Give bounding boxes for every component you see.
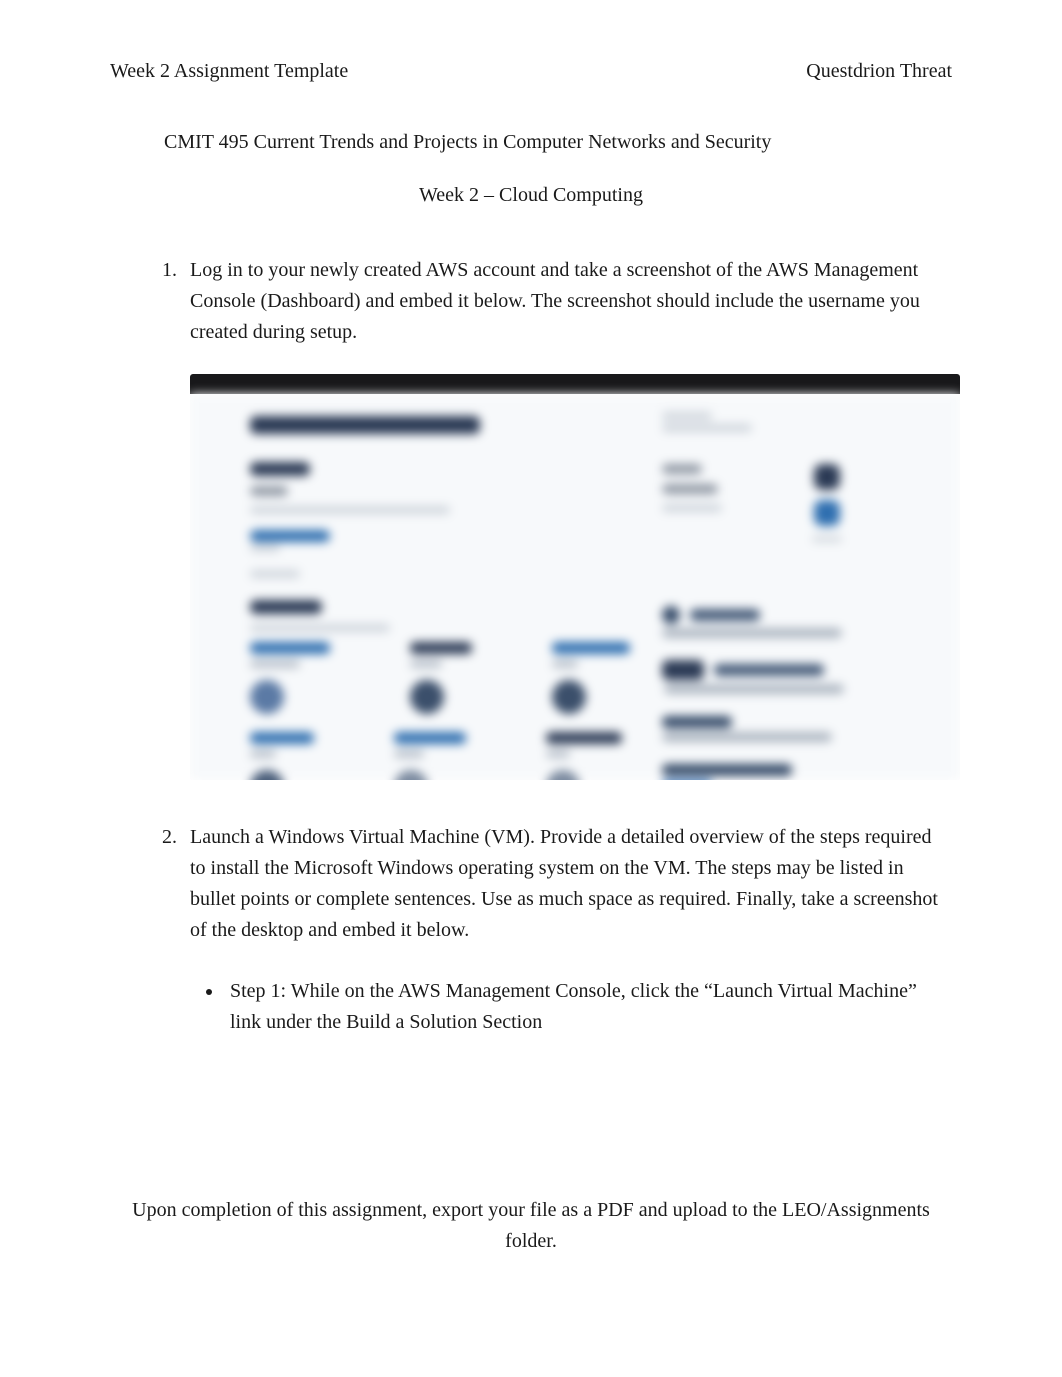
step-item: Step 1: While on the AWS Management Cons… [224,976,952,1038]
question-list: Log in to your newly created AWS account… [110,255,952,1038]
document-page: Week 2 Assignment Template Questdrion Th… [0,0,1062,1377]
question-2-steps: Step 1: While on the AWS Management Cons… [224,976,952,1038]
footer-instruction: Upon completion of this assignment, expo… [0,1195,1062,1257]
embedded-screenshot [190,374,960,780]
header-right: Questdrion Threat [806,60,952,83]
screenshot-topbar [190,374,960,394]
screenshot-body-blurred [190,394,960,780]
header-left: Week 2 Assignment Template [110,60,348,83]
question-2-text: Launch a Windows Virtual Machine (VM). P… [190,822,952,946]
assignment-subtitle: Week 2 – Cloud Computing [110,184,952,207]
course-title: CMIT 495 Current Trends and Projects in … [164,131,952,154]
question-1: Log in to your newly created AWS account… [182,255,952,780]
question-1-text: Log in to your newly created AWS account… [190,255,952,348]
page-header: Week 2 Assignment Template Questdrion Th… [110,60,952,83]
question-2: Launch a Windows Virtual Machine (VM). P… [182,822,952,1038]
